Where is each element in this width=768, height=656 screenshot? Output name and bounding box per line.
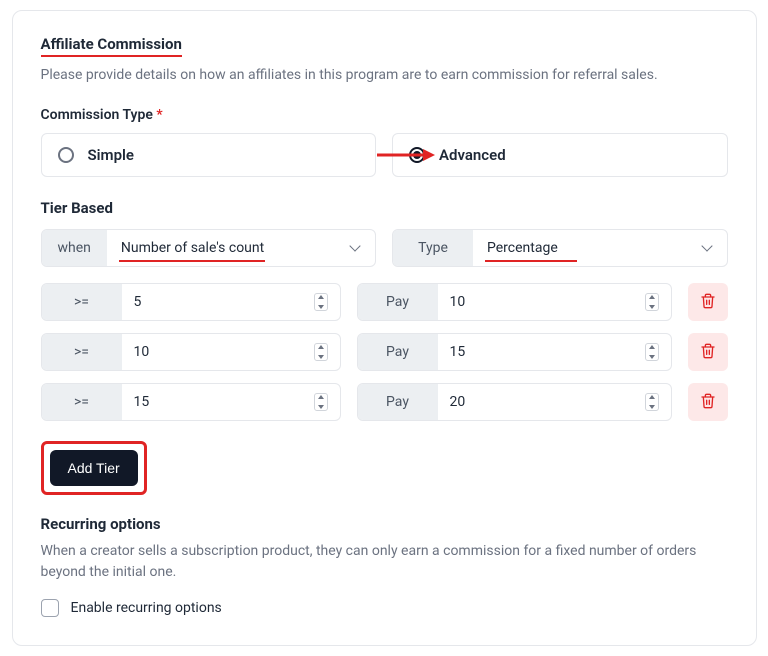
operator-label: >=: [42, 334, 122, 370]
number-stepper-icon[interactable]: [314, 293, 328, 311]
tier-based-title: Tier Based: [41, 199, 728, 217]
when-select-value: Number of sale's count: [121, 240, 264, 256]
pay-label: Pay: [358, 284, 438, 320]
when-prefix: when: [42, 230, 107, 266]
commission-type-label: Commission Type *: [41, 107, 728, 123]
threshold-group: >= 10: [41, 333, 341, 371]
pay-label: Pay: [358, 384, 438, 420]
trash-icon: [700, 343, 716, 362]
pay-input[interactable]: 20: [438, 384, 671, 420]
pay-value: 20: [450, 394, 466, 410]
tiers-list: >= 5 Pay 10 >= 10 Pay 15 >= 15 Pay 20: [41, 283, 728, 421]
affiliate-commission-card: Affiliate Commission Please provide deta…: [12, 10, 757, 646]
number-stepper-icon[interactable]: [314, 343, 328, 361]
tier-row: >= 15 Pay 20: [41, 383, 728, 421]
radio-advanced[interactable]: Advanced: [392, 133, 728, 177]
when-select-group: when Number of sale's count: [41, 229, 377, 267]
pay-group: Pay 10: [357, 283, 672, 321]
number-stepper-icon[interactable]: [645, 393, 659, 411]
commission-type-label-text: Commission Type: [41, 107, 153, 123]
trash-icon: [700, 393, 716, 412]
chevron-down-icon: [349, 242, 361, 254]
pay-group: Pay 15: [357, 333, 672, 371]
threshold-value: 15: [134, 394, 150, 410]
radio-circle-icon: [58, 147, 74, 163]
add-tier-highlight: Add Tier: [41, 441, 147, 495]
add-tier-button[interactable]: Add Tier: [50, 450, 138, 486]
delete-tier-button[interactable]: [688, 283, 728, 321]
threshold-group: >= 5: [41, 283, 341, 321]
required-asterisk: *: [156, 107, 162, 123]
underline-annotation: [119, 260, 265, 262]
threshold-input[interactable]: 10: [122, 334, 340, 370]
type-prefix: Type: [393, 230, 473, 266]
pay-input[interactable]: 15: [438, 334, 671, 370]
trash-icon: [700, 293, 716, 312]
threshold-value: 5: [134, 294, 142, 310]
tier-select-row: when Number of sale's count Type Percent…: [41, 229, 728, 267]
underline-annotation: [485, 260, 577, 262]
radio-advanced-label: Advanced: [439, 146, 506, 164]
radio-simple[interactable]: Simple: [41, 133, 377, 177]
pay-value: 15: [450, 344, 466, 360]
pay-value: 10: [450, 294, 466, 310]
delete-tier-button[interactable]: [688, 383, 728, 421]
chevron-down-icon: [701, 242, 713, 254]
pay-group: Pay 20: [357, 383, 672, 421]
tier-row: >= 5 Pay 10: [41, 283, 728, 321]
radio-simple-label: Simple: [88, 146, 135, 164]
radio-circle-checked-icon: [409, 147, 425, 163]
section-desc: Please provide details on how an affilia…: [41, 67, 728, 83]
recurring-desc: When a creator sells a subscription prod…: [41, 541, 728, 583]
recurring-title: Recurring options: [41, 515, 728, 533]
commission-type-row: Simple Advanced: [41, 133, 728, 177]
type-select-group: Type Percentage: [392, 229, 728, 267]
section-title: Affiliate Commission: [41, 35, 182, 57]
recurring-checkbox-label: Enable recurring options: [71, 600, 222, 616]
recurring-checkbox-row[interactable]: Enable recurring options: [41, 599, 728, 617]
number-stepper-icon[interactable]: [314, 393, 328, 411]
tier-row: >= 10 Pay 15: [41, 333, 728, 371]
threshold-group: >= 15: [41, 383, 341, 421]
operator-label: >=: [42, 384, 122, 420]
number-stepper-icon[interactable]: [645, 343, 659, 361]
operator-label: >=: [42, 284, 122, 320]
type-select[interactable]: Percentage: [473, 230, 727, 266]
checkbox-icon[interactable]: [41, 599, 59, 617]
threshold-input[interactable]: 5: [122, 284, 340, 320]
pay-input[interactable]: 10: [438, 284, 671, 320]
type-select-value: Percentage: [487, 240, 558, 256]
when-select[interactable]: Number of sale's count: [107, 230, 375, 266]
pay-label: Pay: [358, 334, 438, 370]
threshold-value: 10: [134, 344, 150, 360]
threshold-input[interactable]: 15: [122, 384, 340, 420]
delete-tier-button[interactable]: [688, 333, 728, 371]
number-stepper-icon[interactable]: [645, 293, 659, 311]
